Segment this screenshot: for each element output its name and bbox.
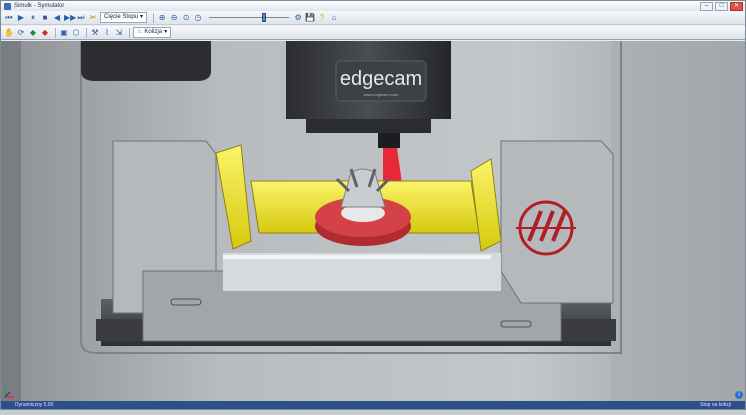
- step-back-icon[interactable]: ⏮: [4, 13, 14, 23]
- part-icon[interactable]: ◆: [28, 28, 38, 38]
- spindle-brand-sub: www.edgecam.com: [364, 92, 399, 97]
- machine-scene: edgecam www.edgecam.com: [1, 41, 745, 401]
- tool-icon[interactable]: ⚒: [90, 28, 100, 38]
- rail-highlight: [223, 255, 491, 259]
- collision-select[interactable]: ⚠ Kolizja ▾: [133, 27, 172, 38]
- simulation-viewport[interactable]: edgecam www.edgecam.com: [1, 41, 745, 401]
- save-icon[interactable]: 💾: [305, 13, 315, 23]
- info-icon[interactable]: i: [735, 391, 743, 399]
- rotate-icon[interactable]: ⟳: [16, 28, 26, 38]
- separator: [129, 27, 130, 38]
- slider-thumb[interactable]: [262, 13, 267, 22]
- tool-holder: [378, 133, 400, 148]
- collision-icon: ⚠: [137, 29, 143, 35]
- play-icon[interactable]: ▶: [16, 13, 26, 23]
- title-bar: Simulk - Symulator – □ ✕: [1, 1, 745, 11]
- status-mode: Dynamiczny 5.00: [15, 402, 54, 408]
- measure-icon[interactable]: ⇲: [114, 28, 124, 38]
- hand-icon[interactable]: ✋: [4, 28, 14, 38]
- home-icon[interactable]: ⌂: [329, 13, 339, 23]
- status-bar: Dynamiczny 5.00 Stop na kolizji: [1, 401, 745, 409]
- fast-forward-icon[interactable]: ▶▶: [64, 13, 76, 23]
- settings-icon[interactable]: ⚙: [293, 13, 303, 23]
- view-iso-icon[interactable]: ⬡: [71, 28, 81, 38]
- enclosure-right-wall: [611, 41, 745, 401]
- separator: [55, 27, 56, 38]
- simulator-window: Simulk - Symulator – □ ✕ ⏮ ▶ ⏸ ■ ◀ ▶▶ ⏭ …: [0, 0, 746, 410]
- cut-mode-select[interactable]: Cięcie Stopu ▾: [100, 12, 148, 23]
- chevron-down-icon: ▾: [140, 14, 144, 20]
- window-title: Simulk - Symulator: [14, 3, 65, 9]
- status-collision: Stop na kolizji: [700, 402, 731, 408]
- close-button[interactable]: ✕: [730, 1, 743, 11]
- end-icon[interactable]: ⏭: [76, 13, 86, 23]
- app-icon: [4, 2, 11, 10]
- fixture-icon[interactable]: ◆: [40, 28, 50, 38]
- cut-mode-label: Cięcie Stopu: [104, 14, 139, 20]
- chevron-down-icon: ▾: [164, 29, 168, 35]
- slider-track: [209, 17, 290, 18]
- speed-slider[interactable]: [209, 13, 290, 22]
- zoom-in-icon[interactable]: ⊕: [157, 13, 167, 23]
- stop-icon[interactable]: ■: [40, 13, 50, 23]
- rewind-icon[interactable]: ◀: [52, 13, 62, 23]
- spindle-collar: [306, 119, 431, 133]
- spindle-brand: edgecam: [340, 68, 422, 90]
- zoom-fit-icon[interactable]: ⊙: [181, 13, 191, 23]
- playback-toolbar: ⏮ ▶ ⏸ ■ ◀ ▶▶ ⏭ ✂ Cięcie Stopu ▾ ⊕ ⊖ ⊙ ◷ ⚙…: [1, 11, 745, 25]
- view-toolbar: ✋ ⟳ ◆ ◆ ▣ ⬡ ⚒ ⌇ ⇲ ⚠ Kolizja ▾: [1, 26, 745, 40]
- window-controls: – □ ✕: [700, 1, 743, 11]
- view-front-icon[interactable]: ▣: [59, 28, 69, 38]
- axis-triad-icon: [4, 388, 14, 398]
- enclosure-left-wall: [1, 41, 21, 401]
- help-icon[interactable]: ?: [317, 13, 327, 23]
- maximize-button[interactable]: □: [715, 1, 728, 11]
- separator: [153, 12, 155, 23]
- minimize-button[interactable]: –: [700, 1, 713, 11]
- cut-icon[interactable]: ✂: [88, 13, 98, 23]
- tool-changer: [81, 41, 211, 81]
- speed-icon[interactable]: ◷: [193, 13, 203, 23]
- pause-icon[interactable]: ⏸: [28, 13, 38, 23]
- collision-label: Kolizja: [144, 29, 163, 35]
- zoom-out-icon[interactable]: ⊖: [169, 13, 179, 23]
- separator: [86, 27, 87, 38]
- path-icon[interactable]: ⌇: [102, 28, 112, 38]
- trunnion-right-support: [500, 140, 614, 304]
